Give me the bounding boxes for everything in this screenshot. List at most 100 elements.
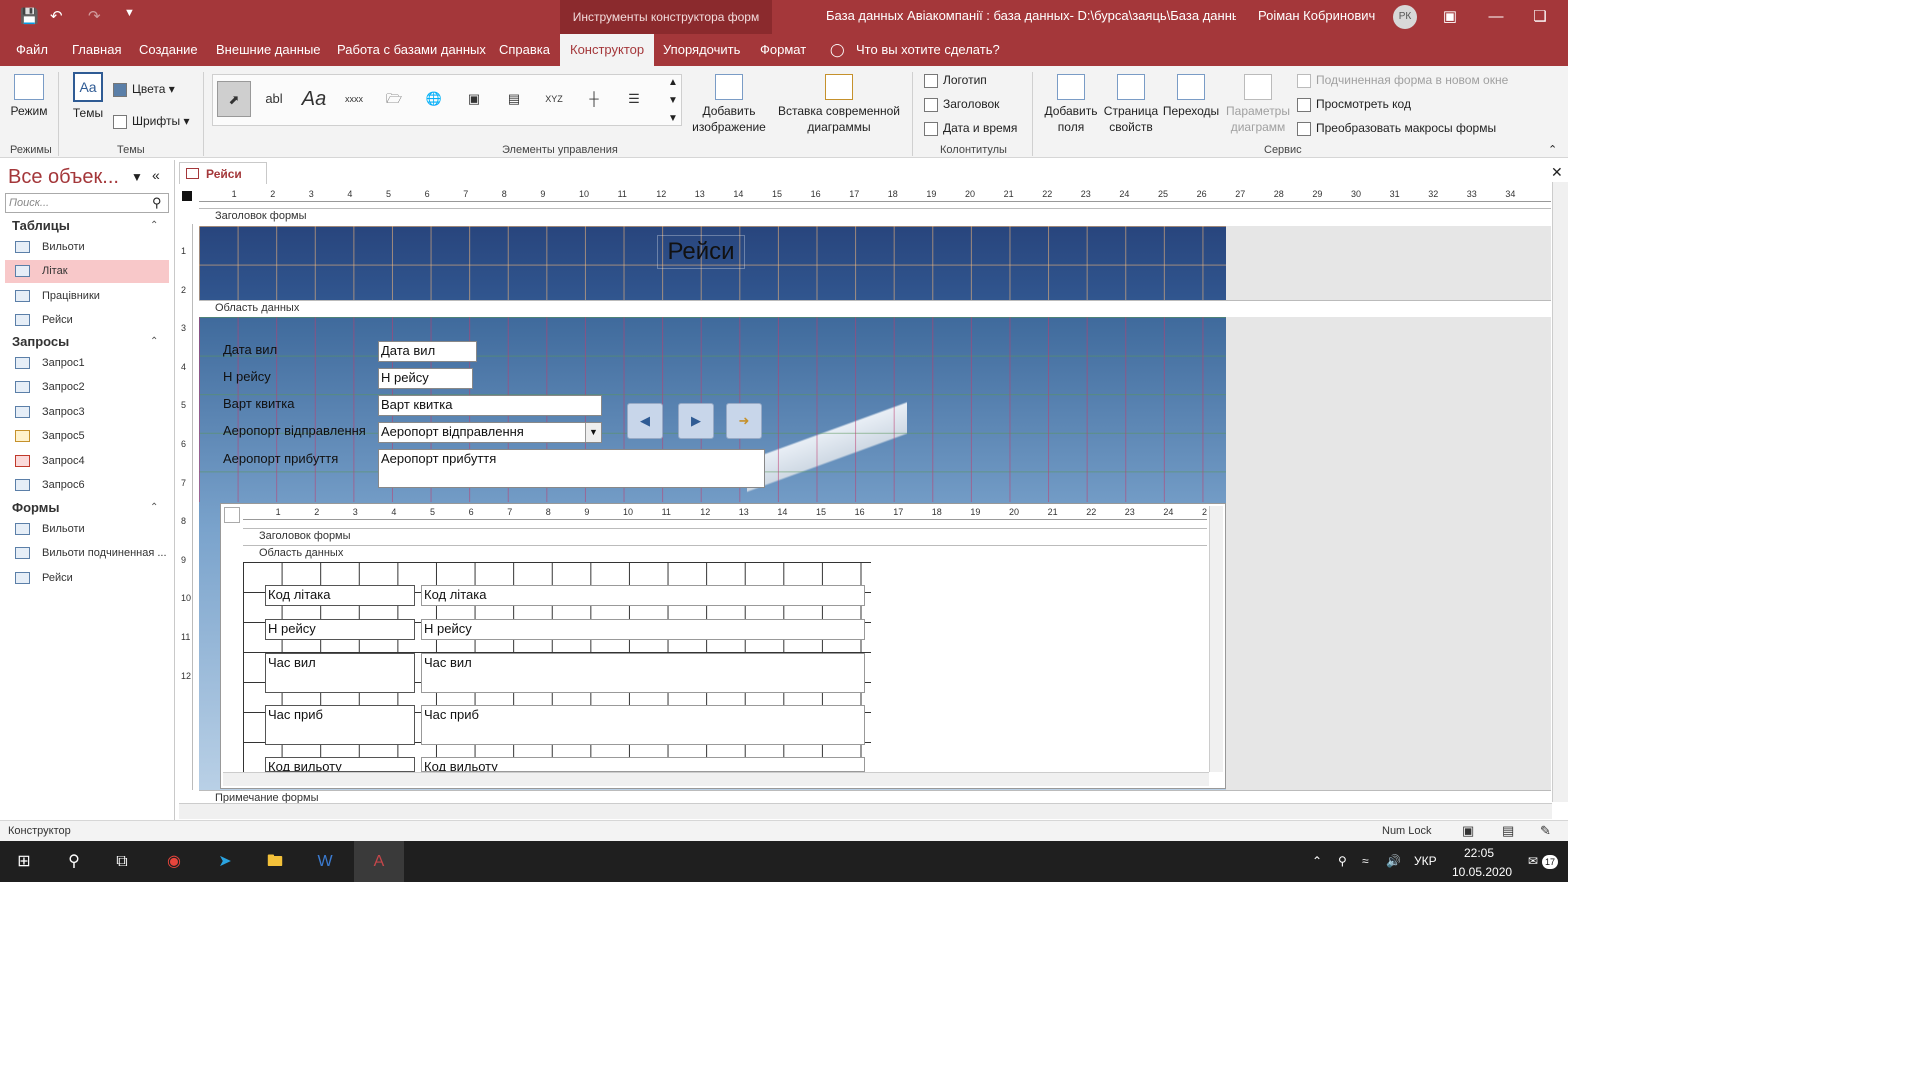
file-explorer-icon[interactable]: 🖿 <box>255 847 295 877</box>
nav-section-queries[interactable]: Запросы <box>12 334 69 349</box>
chevron-down-icon[interactable]: ▼ <box>585 423 601 442</box>
subform-field[interactable]: Час приб <box>421 705 865 745</box>
subform-label[interactable]: Код літака <box>265 585 415 606</box>
volume-icon[interactable]: 🔊 <box>1386 841 1401 882</box>
nav-item-table[interactable]: Рейси <box>5 309 169 332</box>
subform-label[interactable]: Код вильоту <box>265 757 415 772</box>
clock-time[interactable]: 22:05 <box>1464 843 1494 863</box>
textbox-control-icon[interactable]: abl <box>257 81 291 117</box>
add-fields-button[interactable]: Добавить поля <box>1040 74 1102 135</box>
clock-date[interactable]: 10.05.2020 <box>1452 862 1512 882</box>
tray-expand-icon[interactable]: ⌃ <box>1312 841 1322 882</box>
themes-button[interactable]: Aa Темы <box>66 72 110 121</box>
subform-header-bar[interactable]: Заголовок формы <box>243 528 1207 544</box>
subform-field[interactable]: Час вил <box>421 653 865 693</box>
horizontal-scrollbar[interactable] <box>179 803 1552 819</box>
add-image-button[interactable]: Добавить изображение <box>684 74 774 135</box>
subform-field[interactable]: Код літака <box>421 585 865 606</box>
subform-label[interactable]: Н рейсу <box>265 619 415 640</box>
close-document-icon[interactable]: ✕ <box>1551 164 1563 181</box>
nav-item-query[interactable]: Запрос4 <box>5 450 169 473</box>
form-header-section-bar[interactable]: Заголовок формы <box>199 208 1551 224</box>
option-group-icon[interactable]: XYZ <box>537 81 571 117</box>
field-input[interactable]: Н рейсу <box>378 368 473 389</box>
nav-item-query[interactable]: Запрос5 <box>5 425 169 448</box>
property-sheet-button[interactable]: Страница свойств <box>1102 74 1160 135</box>
nav-item-query[interactable]: Запрос2 <box>5 376 169 399</box>
maximize-button[interactable]: ❏ <box>1518 4 1562 30</box>
view-code-button[interactable]: Просмотреть код <box>1297 96 1411 112</box>
button-control-icon[interactable]: xxxx <box>337 81 371 117</box>
redo-icon[interactable]: ↷ <box>88 7 101 25</box>
collapse-nav-icon[interactable]: « <box>152 167 160 183</box>
tab-external-data[interactable]: Внешние данные <box>216 34 321 66</box>
notification-icon[interactable]: ✉ <box>1528 841 1538 882</box>
wifi-icon[interactable]: ≈ <box>1362 841 1369 882</box>
convert-macros-button[interactable]: Преобразовать макросы формы <box>1297 120 1496 136</box>
gallery-scroll[interactable]: ▲ ▼ ▼ <box>664 74 682 128</box>
subform-detail-bar[interactable]: Область данных <box>243 545 1207 561</box>
subform-new-window-button[interactable]: Подчиненная форма в новом окне <box>1297 72 1508 88</box>
tab-database-tools[interactable]: Работа с базами данных <box>337 34 486 66</box>
save-icon[interactable]: 💾 <box>20 7 39 25</box>
design-view-icon[interactable]: ✎ <box>1540 821 1551 841</box>
tab-help[interactable]: Справка <box>499 34 550 66</box>
customize-qat-icon[interactable]: ▼ <box>124 7 135 19</box>
chrome-icon[interactable]: ◉ <box>154 847 194 877</box>
colors-button[interactable]: Цвета ▾ <box>113 81 175 97</box>
tab-control-icon[interactable]: 🗁 <box>377 81 411 117</box>
subform-hscrollbar[interactable] <box>223 772 1209 786</box>
field-label[interactable]: Варт квитка <box>223 395 294 413</box>
select-pointer-icon[interactable]: ⬈ <box>217 81 251 117</box>
insert-chart-button[interactable]: Вставка современной диаграммы <box>776 74 902 135</box>
nav-search-input[interactable]: Поиск... <box>5 193 169 213</box>
nav-item-table[interactable]: Працівники <box>5 285 169 308</box>
minimize-button[interactable]: — <box>1474 4 1518 30</box>
field-label[interactable]: Аеропорт прибуття <box>223 450 338 468</box>
web-browser-control-icon[interactable]: ▣ <box>457 81 491 117</box>
nav-menu-icon[interactable]: ▼ <box>131 170 143 184</box>
navigation-control-icon[interactable]: ▤ <box>497 81 531 117</box>
nav-item-query[interactable]: Запрос3 <box>5 401 169 424</box>
avatar[interactable]: РК <box>1393 5 1417 29</box>
nav-section-tables[interactable]: Таблицы <box>12 218 70 233</box>
access-icon[interactable]: A <box>354 841 404 882</box>
nav-item-form[interactable]: Вильоти подчиненная ... <box>5 542 169 565</box>
page-break-icon[interactable]: ┼ <box>577 81 611 117</box>
subform-field[interactable]: Н рейсу <box>421 619 865 640</box>
field-label[interactable]: Дата вил <box>223 341 277 359</box>
tell-me-box[interactable]: Что вы хотите сделать? <box>856 34 1000 66</box>
collapse-ribbon-icon[interactable]: ⌃ <box>1548 142 1557 158</box>
hyperlink-control-icon[interactable]: 🌐 <box>417 81 451 117</box>
nav-item-table[interactable]: Вильоти <box>5 236 169 259</box>
previous-record-button[interactable]: ◀ <box>627 403 663 439</box>
word-icon[interactable]: W <box>305 847 345 877</box>
combo-box[interactable]: Аеропорт відправлення ▼ <box>378 422 602 443</box>
next-record-button[interactable]: ▶ <box>678 403 714 439</box>
ribbon-display-icon[interactable]: ▣ <box>1428 4 1472 30</box>
close-form-button[interactable]: ➜ <box>726 403 762 439</box>
search-icon[interactable]: ⚲ <box>152 195 162 211</box>
nav-title[interactable]: Все объек... <box>8 166 119 189</box>
date-time-button[interactable]: Дата и время <box>924 120 1017 136</box>
subform-selector[interactable] <box>224 507 240 523</box>
network-icon[interactable]: ⚲ <box>1338 841 1347 882</box>
combo-box-icon[interactable]: ☰ <box>617 81 651 117</box>
nav-item-table[interactable]: Літак <box>5 260 169 283</box>
field-label[interactable]: Н рейсу <box>223 368 271 386</box>
subform-field[interactable]: Код вильоту <box>421 757 865 772</box>
undo-icon[interactable]: ↶ <box>50 7 63 25</box>
nav-section-forms[interactable]: Формы <box>12 500 60 515</box>
tab-home[interactable]: Главная <box>72 34 121 66</box>
detail-section-bar[interactable]: Область данных <box>199 300 1551 316</box>
layout-view-icon[interactable]: ▤ <box>1502 821 1514 841</box>
form-selector[interactable] <box>182 191 192 201</box>
tab-format[interactable]: Формат <box>760 34 806 66</box>
chart-settings-button[interactable]: Параметры диаграмм <box>1222 74 1294 135</box>
nav-item-query[interactable]: Запрос6 <box>5 474 169 497</box>
subform-vscrollbar[interactable] <box>1209 506 1223 772</box>
nav-item-form[interactable]: Рейси <box>5 567 169 590</box>
telegram-icon[interactable]: ➤ <box>205 847 245 877</box>
document-tab[interactable]: Рейси <box>179 162 267 184</box>
title-button[interactable]: Заголовок <box>924 96 999 112</box>
